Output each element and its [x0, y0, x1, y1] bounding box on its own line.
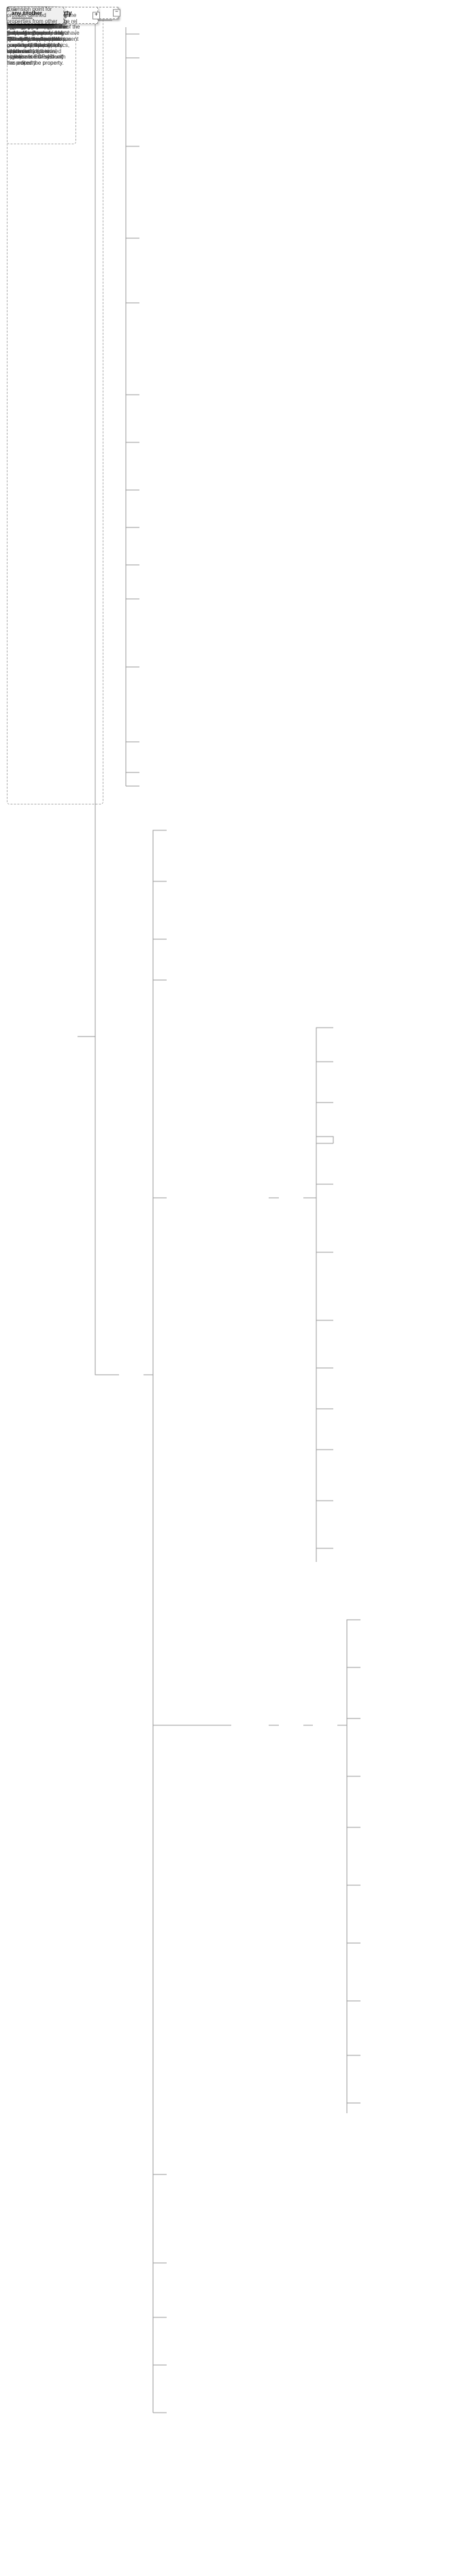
elem-any-desc: Extension point for provider-defined pro…	[7, 7, 71, 31]
expand-icon[interactable]: −	[113, 10, 120, 17]
expand-icon[interactable]: +	[93, 12, 100, 19]
diagram-canvas: partMetaPropType A type representing the…	[7, 7, 463, 2569]
